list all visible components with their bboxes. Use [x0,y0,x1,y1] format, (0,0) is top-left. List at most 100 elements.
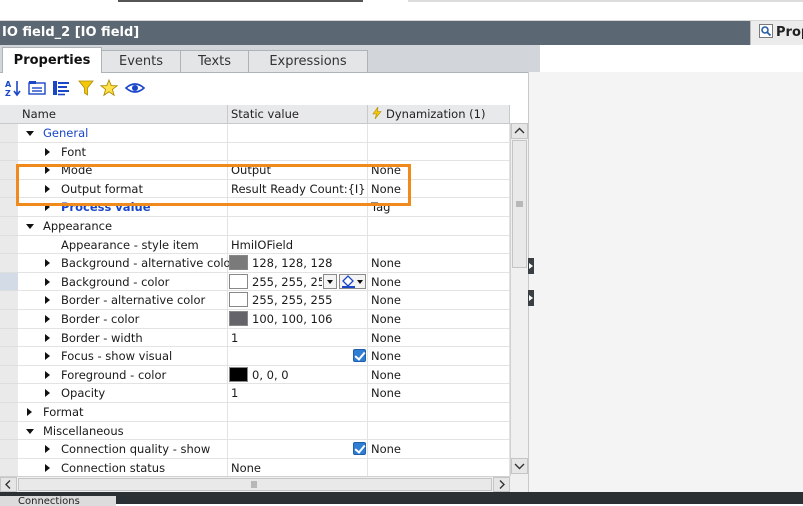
scroll-left-button[interactable] [0,477,17,492]
row-selector[interactable] [0,440,18,459]
property-row[interactable]: Background - color 255, 255, 255 None [0,272,510,292]
color-swatch[interactable] [229,366,248,382]
row-selector[interactable] [0,124,18,143]
collapse-handle[interactable] [528,258,534,274]
tab-events[interactable]: Events [101,50,181,72]
column-separator[interactable] [367,105,368,123]
color-swatch[interactable] [229,292,248,308]
bottom-tab-connections[interactable]: Connections [0,496,116,506]
row-selector[interactable] [0,421,18,441]
property-row[interactable]: General [0,124,510,143]
collapse-arrow-icon[interactable] [26,428,34,434]
row-background [18,143,510,162]
static-value[interactable]: 255, 255, 255 [252,273,322,291]
row-selector[interactable] [0,365,18,385]
sort-alphabetical-icon[interactable]: AZ [5,79,23,97]
cell-divider [227,217,228,236]
property-row[interactable]: Border - color 100, 100, 106 None [0,310,510,329]
row-selector[interactable] [0,217,18,236]
scroll-down-button[interactable] [511,458,528,474]
vertical-scrollbar[interactable] [510,123,528,476]
properties-panel-header[interactable]: Prop [750,21,803,45]
dynamization-value: None [371,442,402,457]
property-row[interactable]: Foreground - color 0, 0, 0 None [0,365,510,385]
vertical-scroll-thumb[interactable] [512,140,527,268]
expand-arrow-icon[interactable] [45,370,50,379]
color-swatch[interactable] [229,255,248,271]
expand-arrow-icon[interactable] [45,463,50,472]
property-name: Background - color [61,274,170,289]
expand-handle[interactable] [528,290,534,306]
property-row[interactable]: Connection quality - show None [0,440,510,459]
expand-arrow-icon[interactable] [45,389,50,398]
row-selector[interactable] [0,310,18,329]
tab-properties[interactable]: Properties [2,47,102,73]
collapse-arrow-icon[interactable] [26,224,34,229]
cell-divider [227,458,228,476]
top-divider-right [408,0,803,2]
property-row[interactable]: Appearance - style item HmiIOField [0,235,510,255]
property-row[interactable]: Border - width 1 None [0,328,510,348]
row-selector[interactable] [0,272,18,292]
color-swatch[interactable] [229,311,248,326]
cell-divider [367,421,368,441]
dynamization-value: None [371,312,402,326]
cell-divider [367,124,368,143]
expand-arrow-icon[interactable] [45,296,50,305]
column-header-static-value[interactable]: Static value [231,105,299,123]
property-row[interactable]: Appearance [0,217,510,236]
expand-arrow-icon[interactable] [45,259,50,268]
favorite-star-icon[interactable] [100,79,118,97]
row-selector[interactable] [0,254,18,273]
horizontal-scrollbar[interactable] [0,476,510,492]
property-row[interactable]: Focus - show visual None [0,347,510,366]
expand-arrow-icon[interactable] [45,445,50,454]
row-selector[interactable] [0,235,18,255]
cell-divider [227,328,228,348]
static-value: 1 [231,330,239,345]
property-row[interactable]: Connection status None [0,458,510,476]
filter-icon[interactable] [77,79,95,97]
tab-expressions[interactable]: Expressions [248,50,368,72]
property-row[interactable]: Font [0,142,510,162]
folder-view-icon[interactable] [28,79,46,97]
row-selector[interactable] [0,347,18,366]
expand-arrow-icon[interactable] [27,408,32,416]
row-selector[interactable] [0,403,18,422]
expand-arrow-icon[interactable] [45,352,50,361]
dynamization-value: None [371,293,402,308]
paint-bucket-icon[interactable] [339,273,366,289]
checkbox-checked[interactable] [353,442,366,456]
column-header-dynamization[interactable]: Dynamization (1) [371,105,485,123]
row-selector[interactable] [0,328,18,348]
expand-arrow-icon[interactable] [45,315,50,323]
property-name: Opacity [61,386,106,401]
expand-arrow-icon[interactable] [45,147,50,156]
expand-arrow-icon[interactable] [45,277,50,286]
scroll-up-button[interactable] [511,123,528,139]
property-row[interactable]: Opacity 1 None [0,384,510,403]
collapse-arrow-icon[interactable] [26,131,34,136]
static-value: 255, 255, 255 [252,293,333,308]
color-dropdown-button[interactable] [323,273,337,289]
row-selector[interactable] [0,458,18,476]
property-row[interactable]: Format [0,403,510,422]
row-selector[interactable] [0,291,18,310]
tab-texts[interactable]: Texts [180,50,249,72]
row-selector[interactable] [0,142,18,162]
property-row[interactable]: Background - alternative color 128, 128, … [0,254,510,273]
horizontal-scroll-thumb[interactable] [18,478,492,491]
property-row[interactable]: Miscellaneous [0,421,510,441]
scroll-right-button[interactable] [493,477,510,492]
column-header-name[interactable]: Name [22,105,56,123]
property-row[interactable]: Border - alternative color 255, 255, 255 N… [0,291,510,310]
color-swatch[interactable] [229,273,248,289]
list-view-icon[interactable] [52,79,70,97]
expand-arrow-icon[interactable] [45,333,50,342]
row-selector[interactable] [0,384,18,403]
column-separator[interactable] [509,105,510,123]
eye-icon[interactable] [124,79,146,97]
grid-header: Name Static value Dynamization (1) [0,105,510,124]
column-separator[interactable] [227,105,228,123]
checkbox-checked[interactable] [353,349,366,363]
